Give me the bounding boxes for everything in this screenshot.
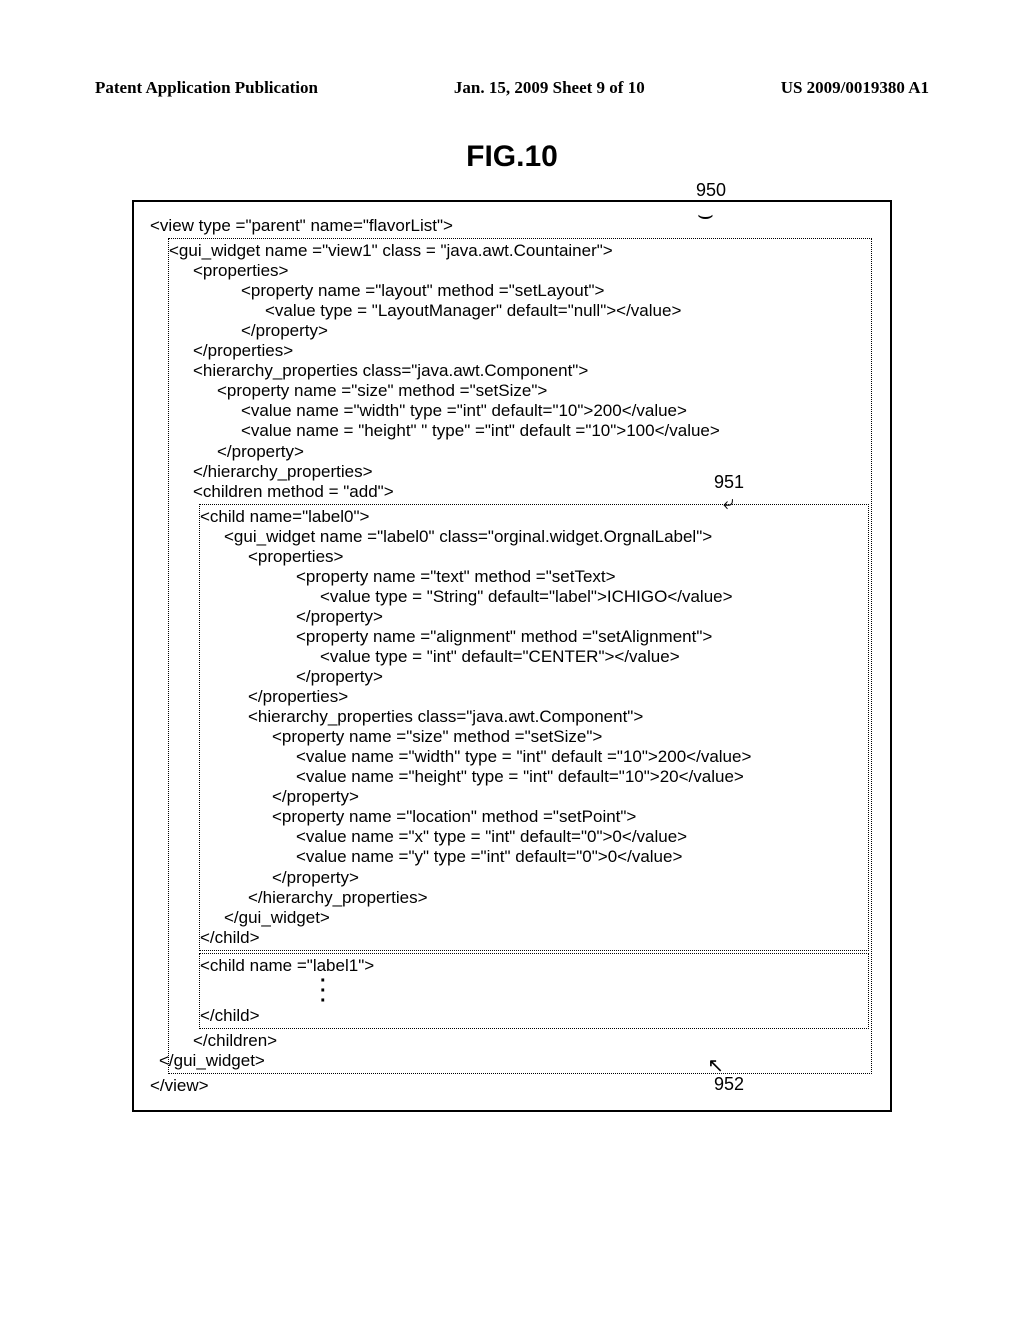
code-line: <child name="label0"> — [200, 507, 868, 527]
code-line: <value name = "height" " type" ="int" de… — [241, 421, 871, 441]
code-line: <hierarchy_properties class="java.awt.Co… — [248, 707, 868, 727]
code-line: <value type = "int" default="CENTER"></v… — [320, 647, 868, 667]
region-951: <child name="label0"> <gui_widget name =… — [199, 504, 869, 951]
code-line: <value name ="width" type = "int" defaul… — [296, 747, 868, 767]
code-line: <value type = "LayoutManager" default="n… — [265, 301, 871, 321]
code-box: <view type ="parent" name="flavorList"> … — [132, 200, 892, 1112]
region-952: <child name ="label1"> ··· </child> — [199, 953, 869, 1029]
code-line: <gui_widget name ="label0" class="orgina… — [224, 527, 868, 547]
code-line: </gui_widget> — [159, 1051, 871, 1071]
code-line: <hierarchy_properties class="java.awt.Co… — [193, 361, 871, 381]
figure-title: FIG.10 — [0, 140, 1024, 174]
header-left: Patent Application Publication — [95, 78, 318, 98]
callout-950: 950 — [696, 180, 726, 201]
code-line: <value name ="height" type = "int" defau… — [296, 767, 868, 787]
code-line: </property> — [296, 667, 868, 687]
code-line: </property> — [241, 321, 871, 341]
code-line: </child> — [200, 928, 868, 948]
code-line: <value type = "String" default="label">I… — [320, 587, 868, 607]
code-line: </property> — [272, 868, 868, 888]
code-line: <children method = "add"> — [193, 482, 871, 502]
code-line: </gui_widget> — [224, 908, 868, 928]
code-line: </properties> — [193, 341, 871, 361]
vertical-ellipsis: ··· — [320, 976, 868, 1006]
code-line: <value name ="x" type = "int" default="0… — [296, 827, 868, 847]
code-line: <property name ="size" method ="setSize"… — [217, 381, 871, 401]
code-line: </hierarchy_properties> — [193, 462, 871, 482]
code-line: <child name ="label1"> — [200, 956, 868, 976]
code-line: <properties> — [248, 547, 868, 567]
code-line: </hierarchy_properties> — [248, 888, 868, 908]
code-line: <property name ="size" method ="setSize"… — [272, 727, 868, 747]
code-line: </properties> — [248, 687, 868, 707]
code-line: <property name ="text" method ="setText> — [296, 567, 868, 587]
page: Patent Application Publication Jan. 15, … — [0, 0, 1024, 1320]
code-line: <property name ="location" method ="setP… — [272, 807, 868, 827]
region-950: <gui_widget name ="view1" class = "java.… — [168, 238, 872, 1074]
code-line: </property> — [217, 442, 871, 462]
code-line: </child> — [200, 1006, 868, 1026]
page-header: Patent Application Publication Jan. 15, … — [95, 78, 929, 98]
code-line: </children> — [193, 1031, 871, 1051]
code-line: <property name ="alignment" method ="set… — [296, 627, 868, 647]
code-line: <value name ="y" type ="int" default="0"… — [296, 847, 868, 867]
header-right: US 2009/0019380 A1 — [781, 78, 929, 98]
code-line: <value name ="width" type ="int" default… — [241, 401, 871, 421]
code-line: </property> — [272, 787, 868, 807]
code-line: </property> — [296, 607, 868, 627]
header-center: Jan. 15, 2009 Sheet 9 of 10 — [454, 78, 645, 98]
code-line: <view type ="parent" name="flavorList"> — [150, 216, 874, 236]
code-line: <properties> — [193, 261, 871, 281]
code-line: </view> — [150, 1076, 874, 1096]
code-line: <gui_widget name ="view1" class = "java.… — [169, 241, 871, 261]
code-line: <property name ="layout" method ="setLay… — [241, 281, 871, 301]
